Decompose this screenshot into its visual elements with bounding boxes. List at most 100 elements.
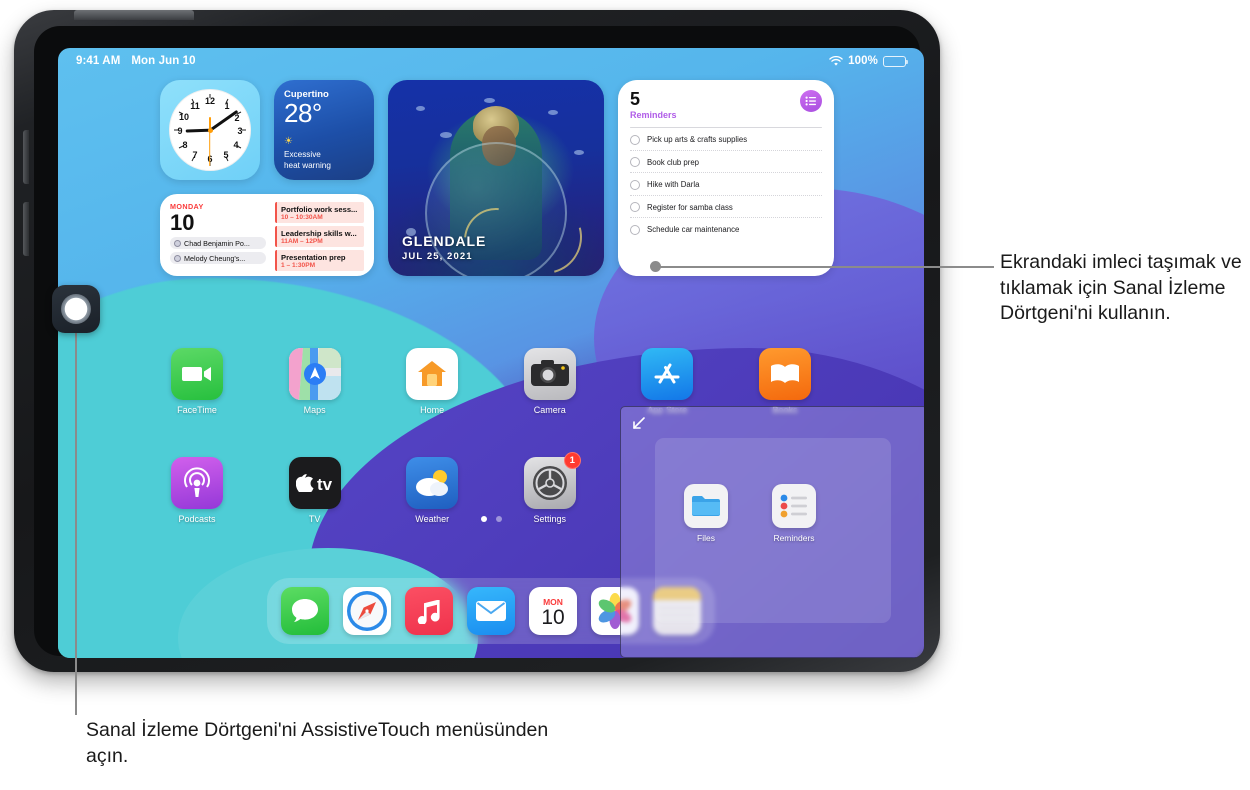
messages-icon[interactable]	[281, 587, 329, 635]
reminder-item[interactable]: Book club prep	[630, 151, 822, 174]
calendar-person[interactable]: Chad Benjamin Po...	[170, 237, 266, 250]
app-icon-podcasts[interactable]: Podcasts	[154, 457, 240, 524]
settings-badge: 1	[563, 452, 581, 469]
virtual-trackpad-overlay[interactable]: Files Reminders	[620, 406, 924, 658]
volume-down-button[interactable]	[23, 202, 29, 256]
resize-handle-icon[interactable]	[631, 416, 646, 436]
camera-bump	[74, 10, 194, 20]
app-icon-facetime[interactable]: FaceTime	[154, 348, 240, 415]
calendar-event-title: Leadership skills w...	[281, 228, 357, 238]
maps-icon	[288, 348, 341, 400]
clock-pivot	[207, 127, 213, 133]
reminder-text: Schedule car maintenance	[647, 225, 740, 235]
reminder-item[interactable]: Schedule car maintenance	[630, 218, 822, 240]
calendar-event[interactable]: Leadership skills w... 11AM – 12PM	[275, 226, 364, 247]
app-icon-weather[interactable]: Weather	[389, 457, 475, 524]
app-icon-books[interactable]: Books	[742, 348, 828, 415]
clock-number: 4	[233, 140, 239, 150]
trackpad-app-reminders[interactable]: Reminders	[759, 484, 829, 543]
app-icon-home[interactable]: Home	[389, 348, 475, 415]
assistive-touch-icon	[61, 294, 91, 324]
calendar-event-title: Presentation prep	[281, 252, 346, 262]
reminder-text: Register for samba class	[647, 202, 733, 212]
calendar-event-time: 10 – 10:30AM	[281, 213, 323, 221]
reminders-widget[interactable]: 5 Reminders Pick up arts & crafts suppli…	[618, 80, 834, 276]
reminders-icon	[772, 484, 816, 528]
checkbox-icon[interactable]	[630, 202, 640, 213]
reminder-item[interactable]: Pick up arts & crafts supplies	[630, 128, 822, 151]
status-date: Mon Jun 10	[131, 55, 196, 67]
leader-dot-right	[650, 261, 661, 272]
app-icon-app-store[interactable]: App Store	[624, 348, 710, 415]
camera-icon	[523, 348, 576, 400]
checkbox-icon[interactable]	[630, 179, 640, 190]
weather-icon	[406, 457, 459, 509]
sun-icon: ☀	[284, 136, 293, 148]
trackpad-inner-area[interactable]: Files Reminders	[655, 438, 891, 623]
callout-bottom-text: Sanal İzleme Dörtgeni'ni AssistiveTouch …	[86, 719, 549, 767]
app-label: Files	[697, 533, 715, 543]
app-label: Camera	[533, 405, 566, 415]
calendar-event[interactable]: Presentation prep 1 – 1:30PM	[275, 250, 364, 271]
reminder-item[interactable]: Register for samba class	[630, 196, 822, 219]
page-dot-active[interactable]	[480, 516, 487, 522]
wifi-icon	[829, 55, 843, 66]
home-icon	[406, 348, 459, 400]
reminder-item[interactable]: Hike with Darla	[630, 173, 822, 196]
clock-number: 7	[192, 150, 198, 160]
checkbox-icon[interactable]	[630, 134, 640, 145]
trackpad-app-files[interactable]: Files	[671, 484, 741, 543]
photo-location: GLENDALE	[402, 233, 487, 249]
photos-widget[interactable]: GLENDALE JUL 25, 2021	[388, 80, 604, 276]
clock-number: 11	[190, 101, 200, 111]
clock-number: 5	[223, 150, 229, 160]
calendar-person[interactable]: Melody Cheung's...	[170, 252, 266, 265]
tv-icon: tv	[288, 457, 341, 509]
calendar-person-label: Chad Benjamin Po...	[184, 238, 250, 248]
page-dot[interactable]	[495, 516, 502, 522]
weather-alert-line1: Excessive	[284, 150, 321, 160]
app-label: FaceTime	[177, 405, 217, 415]
weather-widget[interactable]: Cupertino 28° ☀ Excessive heat warning	[274, 80, 374, 180]
volume-up-button[interactable]	[23, 130, 29, 184]
assistive-touch-button[interactable]	[52, 285, 100, 333]
checkbox-icon[interactable]	[630, 157, 640, 168]
files-icon	[684, 484, 728, 528]
clock-number: 3	[237, 126, 243, 136]
app-label: Reminders	[773, 533, 815, 543]
leader-line-bottom	[75, 333, 77, 715]
calendar-event[interactable]: Portfolio work sess... 10 – 10:30AM	[275, 202, 364, 223]
checkbox-icon[interactable]	[630, 224, 640, 235]
app-label: Home	[420, 405, 445, 415]
clock-number: 12	[204, 96, 215, 106]
calendar-person-dot-icon	[174, 239, 181, 247]
calendar-person-label: Melody Cheung's...	[184, 253, 246, 263]
clock-face: 12 1 2 3 4 5 6 7 8 9 10 11	[169, 89, 251, 171]
calendar-event-time: 1 – 1:30PM	[281, 261, 316, 269]
reminders-count: 5	[630, 89, 641, 109]
safari-icon[interactable]	[343, 587, 391, 635]
app-label: Maps	[303, 405, 326, 415]
weather-temperature: 28°	[284, 98, 322, 128]
ipad-screen: 9:41 AM Mon Jun 10 100% 12 1 2 3 4 5 7 8…	[58, 48, 924, 658]
list-icon	[800, 90, 822, 112]
screenshot-root: 9:41 AM Mon Jun 10 100% 12 1 2 3 4 5 7 8…	[0, 0, 1250, 790]
app-icon-settings[interactable]: 1 Settings	[507, 452, 593, 524]
callout-right-text: Ekrandaki imleci taşımak ve tıklamak içi…	[1000, 251, 1242, 325]
app-icon-maps[interactable]: Maps	[272, 348, 358, 415]
calendar-day-number: 10	[170, 210, 195, 235]
app-icon-camera[interactable]: Camera	[507, 348, 593, 415]
reminder-text: Hike with Darla	[647, 180, 700, 190]
calendar-icon[interactable]: MON 10	[529, 587, 577, 635]
app-icon-tv[interactable]: tv TV	[272, 457, 358, 524]
calendar-person-dot-icon	[174, 254, 181, 262]
clock-widget[interactable]: 12 1 2 3 4 5 6 7 8 9 10 11	[160, 80, 260, 180]
calendar-event-title: Portfolio work sess...	[281, 204, 358, 214]
calendar-icon-day: 10	[541, 605, 565, 629]
mail-icon[interactable]	[467, 587, 515, 635]
podcasts-icon	[171, 457, 223, 509]
music-icon[interactable]	[405, 587, 453, 635]
calendar-widget[interactable]: MONDAY 10 Chad Benjamin Po... Melody Che…	[160, 194, 374, 276]
status-time: 9:41 AM	[76, 55, 121, 67]
app-store-icon	[641, 348, 694, 400]
